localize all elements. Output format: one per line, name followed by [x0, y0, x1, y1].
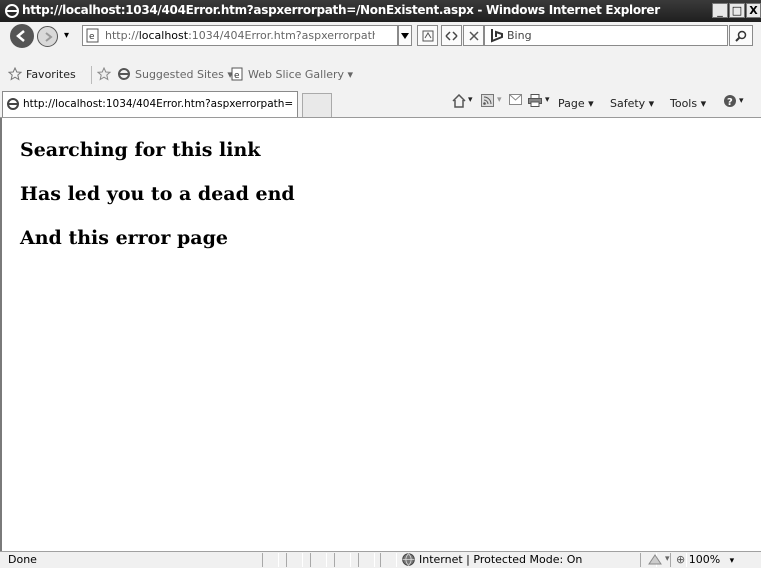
url-prefix: http:// — [105, 29, 139, 42]
forward-button[interactable] — [37, 26, 58, 47]
page-content: Searching for this link Has led you to a… — [0, 118, 761, 551]
navigation-bar: ▾ e http://localhost:1034/404Error.htm?a… — [0, 22, 761, 62]
search-box[interactable]: Bing — [484, 25, 728, 46]
tab-title: http://localhost:1034/404Error.htm?aspxe… — [23, 98, 293, 110]
svg-text:?: ? — [727, 97, 733, 108]
search-input[interactable]: Bing — [507, 29, 532, 42]
status-panel — [334, 553, 351, 567]
add-favorite-icon — [97, 67, 112, 81]
refresh-icon — [445, 30, 458, 41]
favorites-divider — [91, 66, 92, 84]
chevron-down-icon — [401, 32, 409, 39]
security-zone[interactable]: Internet | Protected Mode: On — [402, 553, 582, 566]
status-text: Done — [8, 553, 37, 566]
favorites-label: Favorites — [26, 67, 76, 81]
status-panel — [286, 553, 303, 567]
stop-button[interactable] — [463, 25, 484, 46]
svg-text:e: e — [234, 71, 240, 81]
compatibility-view-icon — [422, 30, 433, 41]
page-icon: e — [86, 28, 99, 43]
feeds-dropdown[interactable]: ▾ — [497, 95, 502, 105]
safety-menu[interactable]: Safety ▾ — [610, 97, 654, 110]
zoom-level: 100% — [688, 553, 721, 566]
privacy-dropdown-arrow: ▾ — [665, 554, 670, 564]
star-icon — [8, 67, 22, 81]
tab-active[interactable]: http://localhost:1034/404Error.htm?aspxe… — [2, 91, 298, 117]
content-line-1: Searching for this link — [20, 139, 261, 161]
mail-icon — [509, 94, 522, 105]
ie-tab-icon — [7, 98, 19, 110]
content-line-2: Has led you to a dead end — [20, 183, 295, 205]
window-title: http://localhost:1034/404Error.htm?aspxe… — [22, 3, 660, 17]
close-button[interactable]: X — [746, 3, 761, 18]
minimize-button[interactable]: _ — [712, 3, 728, 18]
search-button[interactable] — [729, 25, 753, 46]
rss-feed-icon — [481, 94, 494, 107]
web-slice-icon: e — [231, 67, 243, 81]
content-line-3: And this error page — [20, 227, 228, 249]
home-dropdown[interactable]: ▾ — [468, 95, 473, 105]
ie-logo-icon — [5, 4, 19, 18]
recent-pages-dropdown[interactable]: ▾ — [64, 30, 69, 41]
print-dropdown[interactable]: ▾ — [545, 95, 550, 105]
web-slice-gallery-label: Web Slice Gallery ▾ — [248, 67, 354, 81]
zoom-icon: ⊕ — [676, 553, 686, 566]
url-path: :1034/404Error.htm?aspxerrorpath=/NonEx — [188, 29, 375, 42]
back-arrow-icon — [16, 30, 25, 42]
back-button[interactable] — [10, 24, 34, 48]
globe-icon — [402, 553, 415, 566]
status-panel — [310, 553, 327, 567]
read-mail-button[interactable] — [509, 94, 522, 108]
status-panel — [358, 553, 375, 567]
bing-logo-icon — [491, 29, 503, 43]
home-icon — [452, 93, 466, 108]
ie-page-icon — [118, 68, 130, 80]
tools-menu[interactable]: Tools ▾ — [670, 97, 706, 110]
favorites-bar: Favorites Suggested Sites ▾ e Web Slice … — [0, 62, 761, 88]
security-zone-label: Internet | Protected Mode: On — [419, 553, 583, 566]
tab-row: http://localhost:1034/404Error.htm?aspxe… — [0, 88, 761, 118]
web-slice-gallery-button[interactable]: e Web Slice Gallery ▾ — [230, 67, 353, 81]
refresh-button[interactable] — [441, 25, 462, 46]
privacy-icon — [648, 554, 662, 565]
suggested-sites-label: Suggested Sites ▾ — [135, 67, 233, 81]
status-panel — [380, 553, 397, 567]
new-tab-button[interactable] — [302, 93, 332, 117]
help-dropdown: ▾ — [739, 96, 744, 106]
home-button[interactable] — [452, 93, 466, 111]
stop-icon — [468, 30, 479, 41]
zoom-dropdown: ▾ — [729, 556, 735, 566]
print-button[interactable] — [528, 94, 542, 110]
address-url: http://localhost:1034/404Error.htm?aspxe… — [105, 29, 375, 42]
page-menu[interactable]: Page ▾ — [558, 97, 594, 110]
forward-arrow-icon — [44, 31, 53, 42]
status-panel — [262, 553, 279, 567]
address-dropdown-button[interactable] — [398, 25, 412, 46]
zoom-control[interactable]: ⊕ 100% ▾ — [676, 553, 734, 566]
url-host: localhost — [138, 29, 189, 42]
add-to-favorites-bar-button[interactable] — [97, 67, 113, 81]
help-icon: ? — [724, 95, 736, 108]
address-bar[interactable]: e http://localhost:1034/404Error.htm?asp… — [82, 25, 398, 46]
printer-icon — [528, 94, 542, 107]
search-icon — [735, 30, 747, 42]
favorites-button[interactable]: Favorites — [8, 67, 76, 81]
privacy-button[interactable]: ▾ — [648, 553, 670, 565]
compatibility-view-button[interactable] — [417, 25, 438, 46]
maximize-button[interactable]: □ — [729, 3, 745, 18]
svg-text:e: e — [89, 32, 95, 42]
feeds-button[interactable] — [481, 94, 494, 110]
help-menu[interactable]: ? ▾ — [723, 94, 744, 108]
status-bar: Done Internet | Protected Mode: On ▾ ⊕ 1… — [0, 551, 761, 568]
suggested-sites-button[interactable]: Suggested Sites ▾ — [117, 67, 233, 81]
title-bar: http://localhost:1034/404Error.htm?aspxe… — [0, 0, 761, 22]
